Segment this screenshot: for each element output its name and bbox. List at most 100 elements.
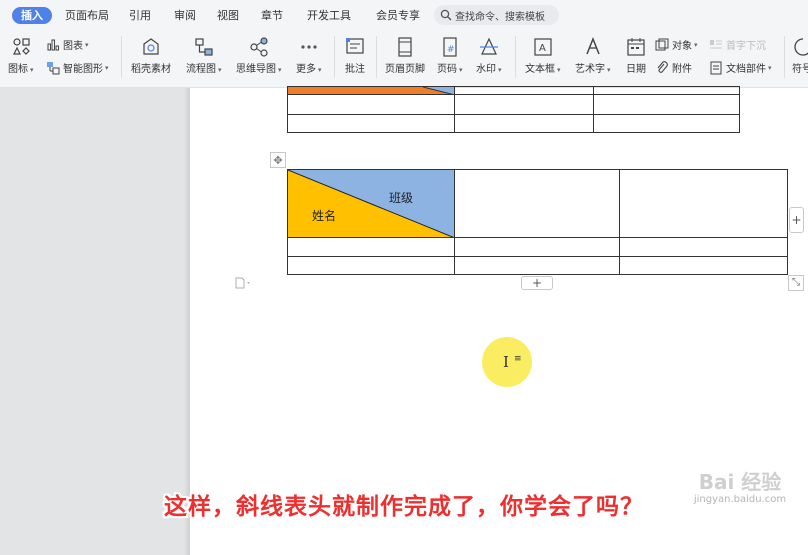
table-move-handle[interactable]: ✥ xyxy=(270,152,286,168)
symbol-button[interactable]: 符号 xyxy=(792,36,808,75)
page-number-icon: # xyxy=(443,37,457,57)
mindmap-button[interactable]: 思维导图 ▾ xyxy=(236,36,282,75)
chevron-down-icon: ▾ xyxy=(557,66,561,74)
docpart-button[interactable]: 文档部件 ▾ xyxy=(709,60,772,75)
table-cell[interactable] xyxy=(287,114,455,133)
tab-review[interactable]: 审阅 xyxy=(174,7,196,24)
header-bottom-label: 姓名 xyxy=(312,209,337,223)
textbox-icon: A xyxy=(534,38,552,56)
add-column-button[interactable]: + xyxy=(789,207,804,233)
material-icon xyxy=(143,38,159,55)
separator xyxy=(334,36,335,78)
add-row-button[interactable]: + xyxy=(521,276,553,290)
page-number-label: 页码 xyxy=(437,64,457,75)
flowchart-button[interactable]: 流程图 ▾ xyxy=(186,36,222,75)
table-cell[interactable] xyxy=(619,237,788,257)
table-cell[interactable] xyxy=(593,94,740,115)
chevron-down-icon: ▾ xyxy=(218,66,222,74)
tutorial-caption: 这样，斜线表头就制作完成了，你学会了吗？ xyxy=(164,494,644,520)
object-label: 对象 xyxy=(672,41,692,52)
chevron-down-icon: ▾ xyxy=(85,40,89,49)
diagonal-header-table[interactable]: 班级 姓名 xyxy=(287,169,788,275)
smartart-label: 智能图形 xyxy=(63,64,103,75)
chevron-down-icon: ▾ xyxy=(768,63,772,72)
tab-developer[interactable]: 开发工具 xyxy=(307,7,351,24)
chevron-down-icon: ▾ xyxy=(694,40,698,49)
comment-icon xyxy=(346,38,364,54)
table-resize-handle[interactable]: ⤡ xyxy=(788,275,804,291)
dropcap-icon xyxy=(710,39,722,48)
separator xyxy=(121,36,122,78)
table-cell[interactable] xyxy=(619,169,788,238)
attachment-button[interactable]: 附件 xyxy=(655,60,692,75)
svg-text:#: # xyxy=(447,45,455,55)
document-parts-icon xyxy=(710,61,722,74)
paragraph-options-icon[interactable] xyxy=(235,277,251,292)
smartart-icon xyxy=(47,61,60,74)
tab-section[interactable]: 章节 xyxy=(261,7,283,24)
tab-view[interactable]: 视图 xyxy=(217,7,239,24)
header-footer-label: 页眉页脚 xyxy=(385,64,425,75)
chevron-down-icon: ▾ xyxy=(30,66,34,74)
flowchart-icon xyxy=(195,38,213,56)
table-cell[interactable] xyxy=(287,94,455,115)
separator xyxy=(515,36,516,78)
watermark-button[interactable]: 水印 ▾ xyxy=(476,36,502,75)
ribbon: 插入 页面布局 引用 审阅 视图 章节 开发工具 会员专享 查找命令、搜索模板 … xyxy=(0,0,808,88)
table-cell[interactable] xyxy=(453,94,595,115)
icons-icon xyxy=(12,38,30,55)
chevron-down-icon: ▾ xyxy=(607,66,611,74)
bar-chart-icon xyxy=(47,39,59,50)
table-cell[interactable] xyxy=(593,86,740,95)
symbol-icon xyxy=(794,38,808,56)
table-cell[interactable] xyxy=(453,169,621,238)
header-footer-icon xyxy=(398,37,412,57)
tab-references[interactable]: 引用 xyxy=(129,7,151,24)
textbox-button[interactable]: A 文本框 ▾ xyxy=(525,36,561,75)
object-button[interactable]: 对象 ▾ xyxy=(655,37,698,52)
table-cell[interactable] xyxy=(593,114,740,133)
text-cursor-icon: I xyxy=(503,353,509,371)
material-label: 稻壳素材 xyxy=(131,64,171,75)
material-button[interactable]: 稻壳素材 xyxy=(131,36,171,75)
table-cell[interactable] xyxy=(619,256,788,275)
textbox-label: 文本框 xyxy=(525,64,555,75)
wordart-button[interactable]: 艺术字 ▾ xyxy=(575,36,611,75)
calendar-icon xyxy=(627,38,645,56)
dropcap-button[interactable]: 首字下沉 xyxy=(709,37,766,52)
flowchart-label: 流程图 xyxy=(186,64,216,75)
table-cell[interactable] xyxy=(453,237,621,257)
diagonal-header-cell[interactable]: 班级 姓名 xyxy=(287,169,455,238)
more-button[interactable]: 更多 ▾ xyxy=(296,36,322,75)
comment-label: 批注 xyxy=(345,64,365,75)
smartart-button[interactable]: 智能图形 ▾ xyxy=(46,60,109,75)
table-cell[interactable] xyxy=(287,237,455,257)
icon-label: 图标 xyxy=(8,64,28,75)
table-cell[interactable] xyxy=(287,256,455,275)
header-footer-button[interactable]: 页眉页脚 xyxy=(385,36,425,75)
page-number-button[interactable]: # 页码 ▾ xyxy=(437,36,463,75)
date-label: 日期 xyxy=(626,64,646,75)
tab-member[interactable]: 会员专享 xyxy=(376,7,420,24)
table-cell[interactable] xyxy=(453,114,595,133)
tab-insert[interactable]: 插入 xyxy=(12,7,52,24)
previous-header-cell[interactable] xyxy=(287,86,455,95)
previous-table[interactable] xyxy=(287,86,740,133)
svg-text:A: A xyxy=(539,43,546,54)
ribbon-tabs: 插入 页面布局 引用 审阅 视图 章节 开发工具 会员专享 查找命令、搜索模板 xyxy=(0,0,808,30)
chevron-down-icon: ▾ xyxy=(498,66,502,74)
wordart-icon xyxy=(586,36,600,55)
comment-button[interactable]: 批注 xyxy=(344,36,366,75)
diagonal-header-fill xyxy=(422,87,454,94)
docpart-label: 文档部件 xyxy=(726,64,766,75)
date-button[interactable]: 日期 xyxy=(625,36,647,75)
table-cell[interactable] xyxy=(453,256,621,275)
tab-page-layout[interactable]: 页面布局 xyxy=(65,7,109,24)
icon-button[interactable]: 图标 ▾ xyxy=(8,36,34,75)
wordart-label: 艺术字 xyxy=(575,64,605,75)
chart-button[interactable]: 图表 ▾ xyxy=(46,37,89,52)
command-search[interactable]: 查找命令、搜索模板 xyxy=(434,5,559,25)
dropcap-label: 首字下沉 xyxy=(726,41,766,52)
mindmap-label: 思维导图 xyxy=(236,64,276,75)
table-cell[interactable] xyxy=(453,86,595,95)
